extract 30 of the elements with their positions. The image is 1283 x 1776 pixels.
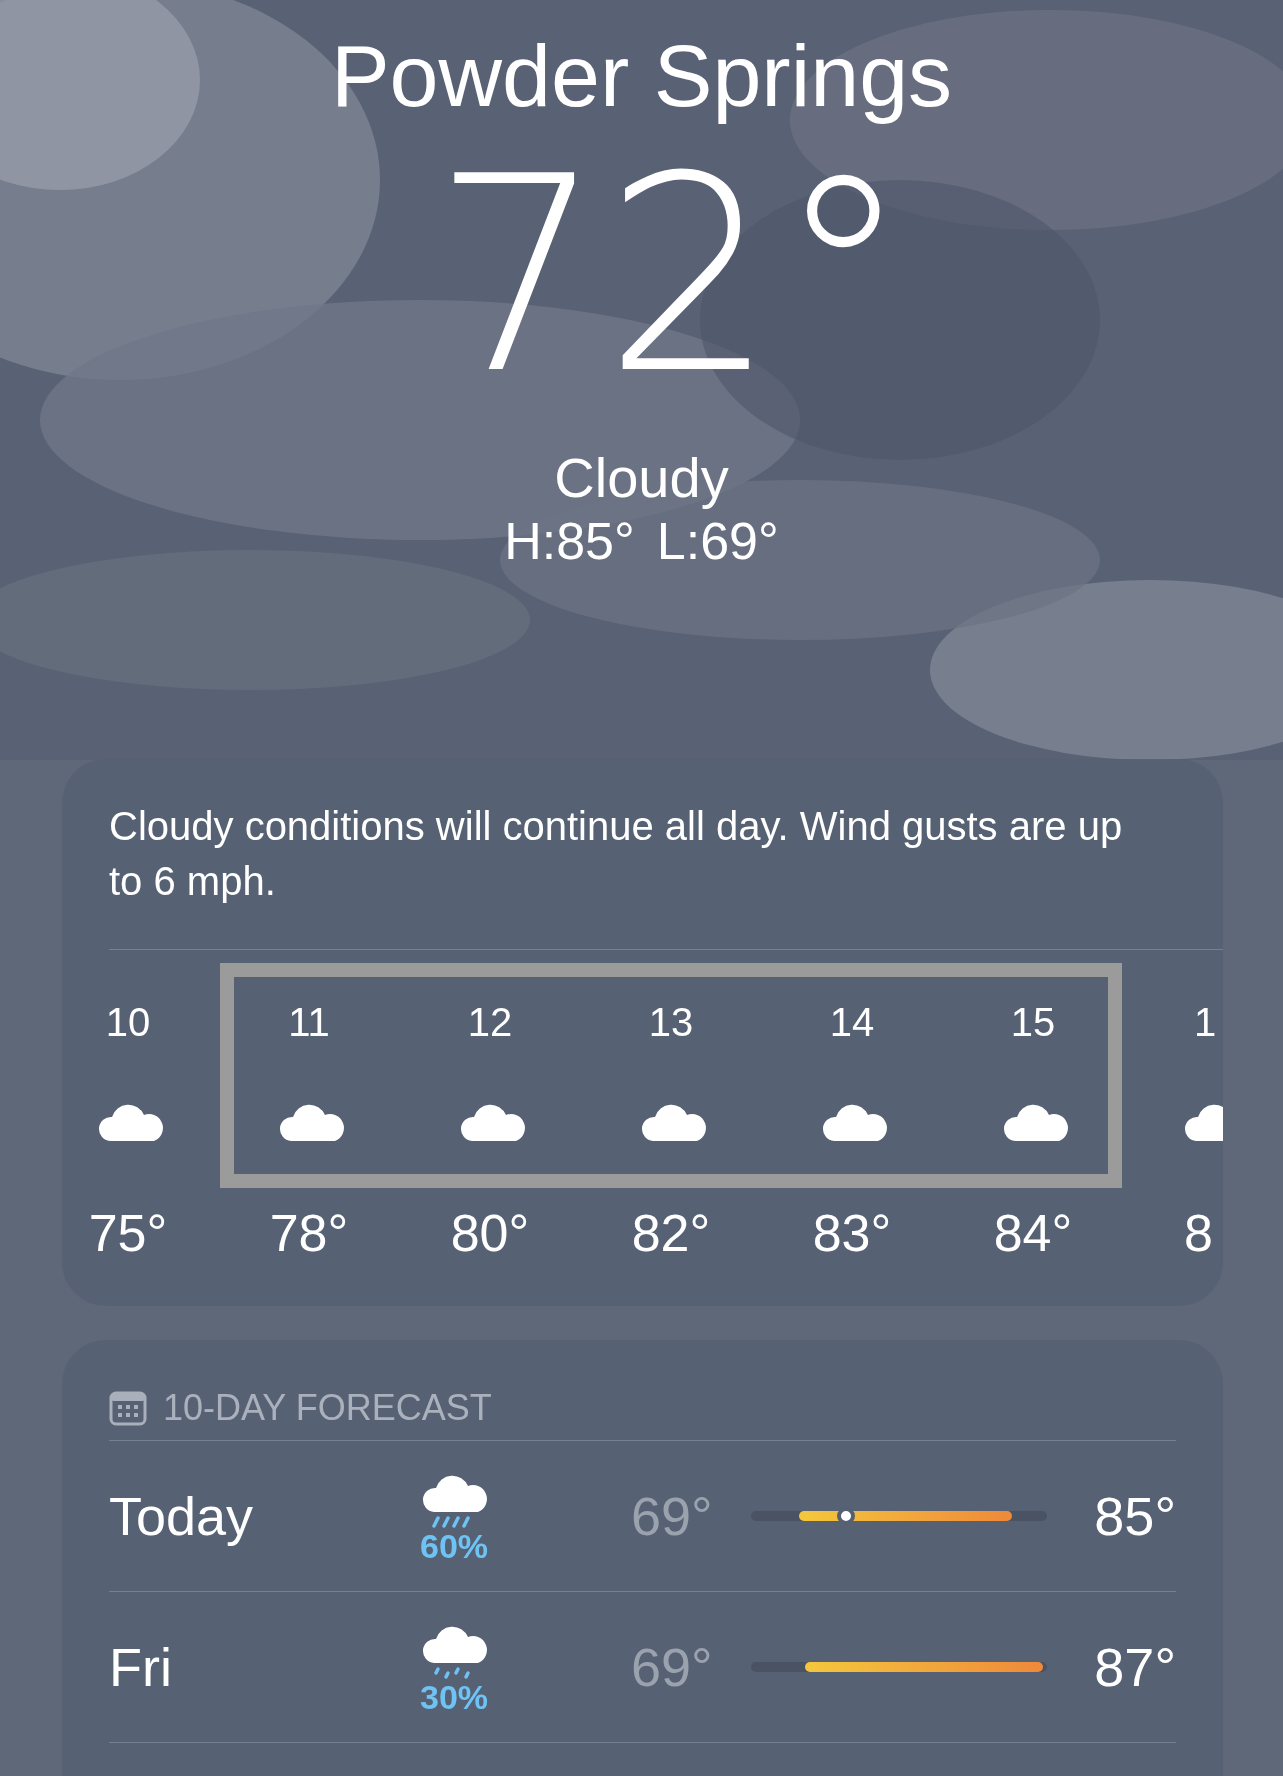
hour-temperature: 83° [812, 1203, 892, 1263]
hour-temperature: 80° [450, 1203, 530, 1263]
low-temperature: 69° [631, 1635, 714, 1699]
hour-temperature: 82° [631, 1203, 711, 1263]
hour-label: 1 [1193, 999, 1217, 1046]
high-temperature: 85° [1094, 1484, 1176, 1548]
precipitation-chance: 30% [419, 1679, 489, 1715]
hour-label: 15 [1010, 999, 1056, 1046]
hour-label: 10 [105, 999, 151, 1046]
condition-label: Cloudy [554, 446, 729, 510]
day-label: Today [109, 1484, 255, 1548]
low-temperature: L:69° [656, 511, 779, 572]
location-name: Powder Springs [330, 26, 953, 126]
hour-label: 13 [648, 999, 694, 1046]
hour-temperature: 78° [269, 1203, 349, 1263]
current-temperature: 72° [431, 136, 911, 416]
low-temperature: 69° [631, 1484, 714, 1548]
forecast-title: 10-DAY FORECAST [163, 1386, 492, 1430]
high-temperature: 87° [1094, 1635, 1176, 1699]
hour-label: 12 [467, 999, 513, 1046]
hour-temperature: 84° [993, 1203, 1073, 1263]
hour-temperature: 75° [88, 1203, 168, 1263]
hour-temperature: 8 [1183, 1203, 1213, 1263]
day-label: Fri [109, 1635, 173, 1699]
hour-label: 11 [288, 999, 330, 1046]
hour-label: 14 [829, 999, 875, 1046]
precipitation-chance: 60% [419, 1528, 489, 1564]
high-temperature: H:85° [504, 511, 635, 572]
calendar-icon [109, 1390, 147, 1426]
summary-text: Cloudy conditions will continue all day. Wind gusts are up to 6 mph. [108, 803, 1124, 905]
